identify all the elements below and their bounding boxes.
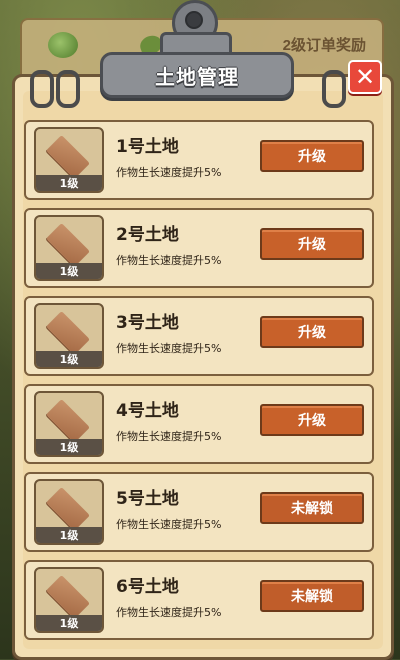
land-card: 1级 4号土地 作物生长速度提升5% 升级 xyxy=(24,384,374,464)
land-name: 3号土地 xyxy=(116,313,179,333)
land-thumbnail: 1级 xyxy=(34,391,104,457)
upgrade-button[interactable]: 升级 xyxy=(260,228,364,260)
land-level-badge: 1级 xyxy=(36,351,102,367)
locked-button[interactable]: 未解锁 xyxy=(260,580,364,612)
land-card: 1级 3号土地 作物生长速度提升5% 升级 xyxy=(24,296,374,376)
binder-ring-icon xyxy=(56,70,80,108)
land-name: 5号土地 xyxy=(116,489,179,509)
land-thumbnail: 1级 xyxy=(34,303,104,369)
soil-plot-icon xyxy=(46,575,90,619)
dialog-title: 土地管理 xyxy=(155,64,239,89)
land-thumbnail: 1级 xyxy=(34,479,104,545)
locked-button[interactable]: 未解锁 xyxy=(260,492,364,524)
land-thumbnail: 1级 xyxy=(34,215,104,281)
close-button[interactable]: ✕ xyxy=(348,60,382,94)
binder-ring-icon xyxy=(30,70,54,108)
land-level-badge: 1级 xyxy=(36,527,102,543)
upgrade-button[interactable]: 升级 xyxy=(260,404,364,436)
soil-plot-icon xyxy=(46,135,90,179)
land-list: 1级 1号土地 作物生长速度提升5% 升级 1级 2号土地 作物生长速度提升5%… xyxy=(24,120,374,648)
soil-plot-icon xyxy=(46,311,90,355)
land-description: 作物生长速度提升5% xyxy=(116,430,222,443)
soil-plot-icon xyxy=(46,399,90,443)
land-card: 1级 2号土地 作物生长速度提升5% 升级 xyxy=(24,208,374,288)
land-description: 作物生长速度提升5% xyxy=(116,166,222,179)
land-level-badge: 1级 xyxy=(36,439,102,455)
dialog-title-bar: 土地管理 xyxy=(100,52,294,98)
soil-plot-icon xyxy=(46,223,90,267)
order-reward-text: 2级订单奖励 xyxy=(282,37,366,54)
soil-plot-icon xyxy=(46,487,90,531)
binder-ring-icon xyxy=(322,70,346,108)
land-description: 作物生长速度提升5% xyxy=(116,342,222,355)
land-card: 1级 1号土地 作物生长速度提升5% 升级 xyxy=(24,120,374,200)
land-name: 6号土地 xyxy=(116,577,179,597)
upgrade-button[interactable]: 升级 xyxy=(260,140,364,172)
land-level-badge: 1级 xyxy=(36,175,102,191)
land-name: 1号土地 xyxy=(116,137,179,157)
close-icon: ✕ xyxy=(354,63,376,91)
land-thumbnail: 1级 xyxy=(34,567,104,633)
land-description: 作物生长速度提升5% xyxy=(116,518,222,531)
land-description: 作物生长速度提升5% xyxy=(116,606,222,619)
land-level-badge: 1级 xyxy=(36,263,102,279)
upgrade-button[interactable]: 升级 xyxy=(260,316,364,348)
land-name: 2号土地 xyxy=(116,225,179,245)
cabbage-icon xyxy=(48,32,78,58)
land-description: 作物生长速度提升5% xyxy=(116,254,222,267)
land-name: 4号土地 xyxy=(116,401,179,421)
land-card: 1级 5号土地 作物生长速度提升5% 未解锁 xyxy=(24,472,374,552)
land-card: 1级 6号土地 作物生长速度提升5% 未解锁 xyxy=(24,560,374,640)
land-thumbnail: 1级 xyxy=(34,127,104,193)
land-level-badge: 1级 xyxy=(36,615,102,631)
